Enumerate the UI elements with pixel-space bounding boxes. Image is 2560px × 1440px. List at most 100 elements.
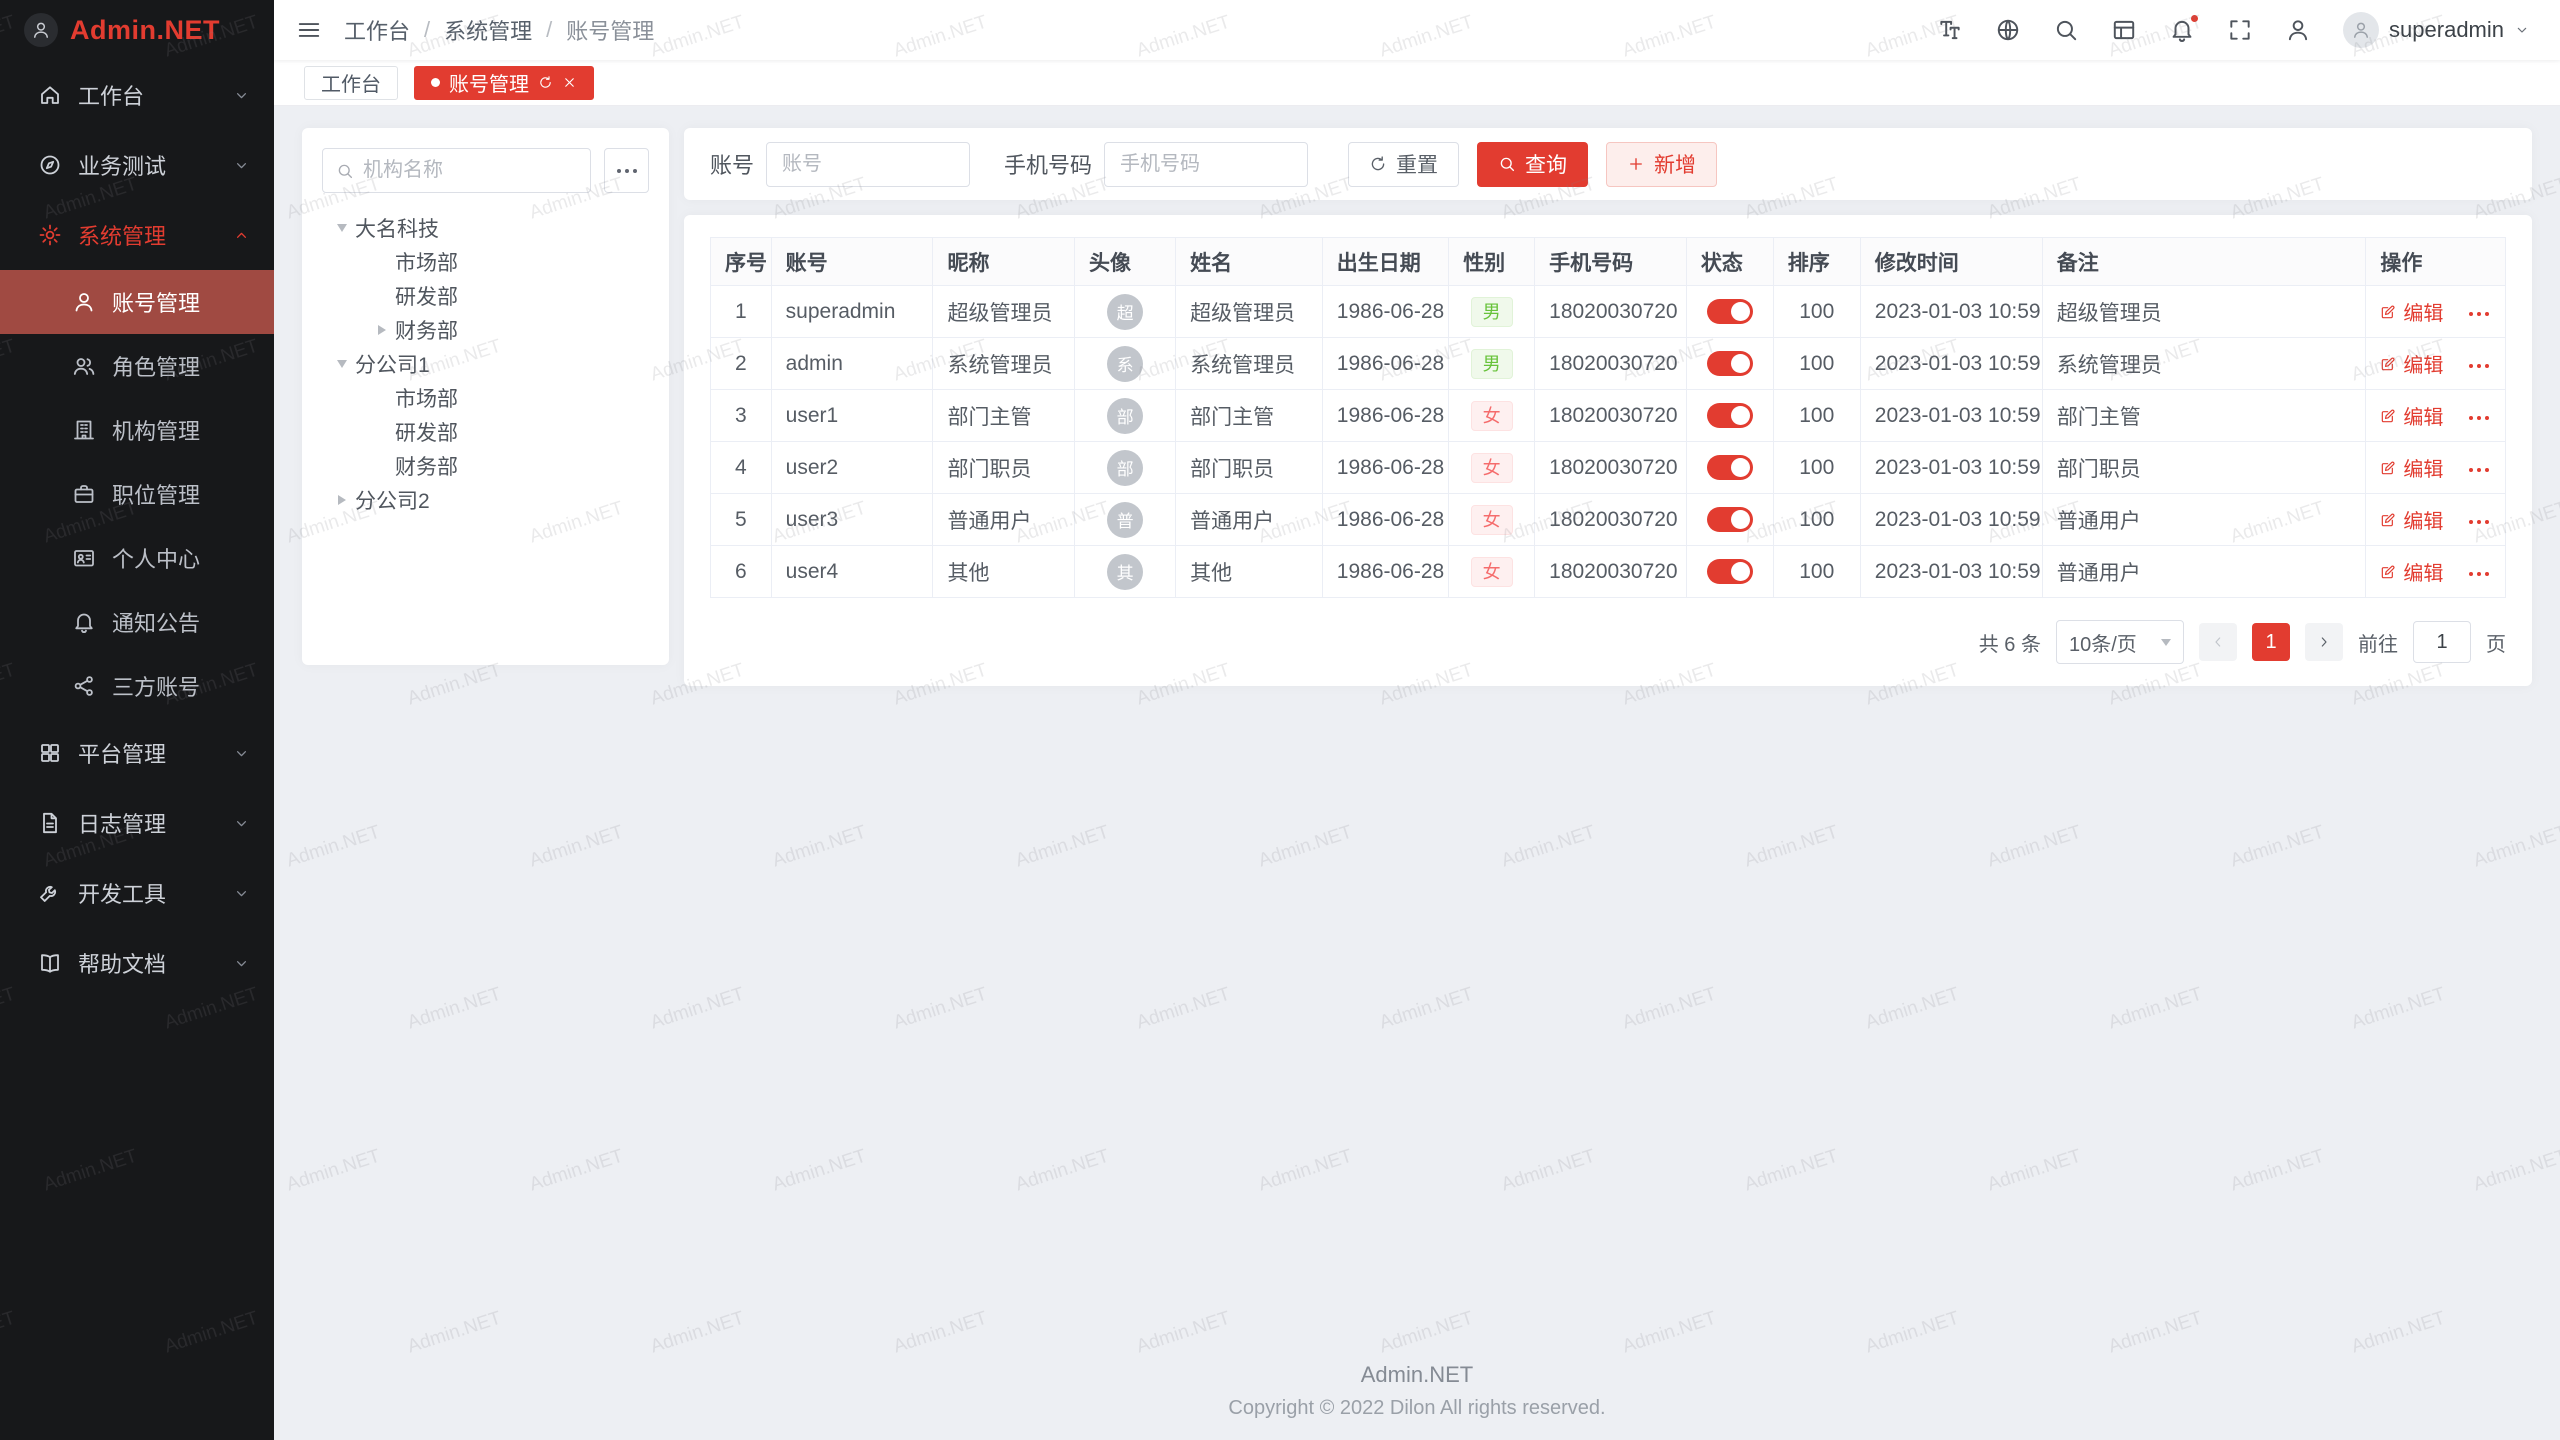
column-header: 状态: [1686, 238, 1773, 286]
cell-birthdate: 1986-06-28: [1322, 338, 1448, 390]
sidebar-item-role-management[interactable]: 角色管理: [0, 334, 274, 398]
tree-node[interactable]: 研发部: [322, 415, 649, 449]
cell-actions: 编辑: [2366, 286, 2506, 338]
tree-node[interactable]: 财务部: [322, 449, 649, 483]
tree-caret-icon[interactable]: [368, 279, 395, 313]
row-more-icon[interactable]: [2469, 520, 2489, 524]
column-header: 出生日期: [1322, 238, 1448, 286]
add-button[interactable]: 新增: [1606, 142, 1717, 187]
cell-gender: 女: [1449, 494, 1535, 546]
user-menu[interactable]: superadmin: [2343, 12, 2530, 48]
query-search-button[interactable]: 查询: [1477, 142, 1588, 187]
edit-button[interactable]: 编辑: [2380, 453, 2443, 482]
tree-caret-icon[interactable]: [328, 483, 355, 517]
sidebar-collapse-button[interactable]: [274, 0, 344, 60]
sidebar-item-notice-announcement[interactable]: 通知公告: [0, 590, 274, 654]
font-size-button[interactable]: [1937, 17, 1963, 43]
tree-node[interactable]: 财务部: [322, 313, 649, 347]
cell-avatar: 系: [1075, 338, 1176, 390]
fullscreen-button[interactable]: [2227, 17, 2253, 43]
cell-remark: 超级管理员: [2042, 286, 2366, 338]
sidebar-item-workbench[interactable]: 工作台: [0, 60, 274, 130]
tree-node[interactable]: 市场部: [322, 245, 649, 279]
sidebar-item-log-management[interactable]: 日志管理: [0, 788, 274, 858]
search-icon: [2053, 17, 2079, 43]
tree-caret-icon[interactable]: [328, 347, 355, 381]
tab-account-management[interactable]: 账号管理: [414, 66, 594, 100]
org-tree-panel: 大名科技 市场部 研发部 财务部 分公司1 市场部 研发部 财务部 分公司2: [302, 128, 669, 665]
org-search-input[interactable]: [363, 159, 577, 182]
tab-workbench[interactable]: 工作台: [304, 66, 398, 100]
edit-button[interactable]: 编辑: [2380, 401, 2443, 430]
edit-button[interactable]: 编辑: [2380, 297, 2443, 326]
tree-caret-icon[interactable]: [368, 449, 395, 483]
tree-caret-icon[interactable]: [328, 211, 355, 245]
phone-input[interactable]: [1104, 142, 1308, 187]
tree-node[interactable]: 大名科技: [322, 211, 649, 245]
tree-node[interactable]: 研发部: [322, 279, 649, 313]
sidebar-item-dev-tools[interactable]: 开发工具: [0, 858, 274, 928]
cell-status: [1686, 390, 1773, 442]
tab-refresh-icon[interactable]: [538, 75, 553, 90]
org-search-field[interactable]: [322, 148, 591, 193]
tree-node[interactable]: 分公司2: [322, 483, 649, 517]
gender-tag: 女: [1471, 453, 1513, 483]
sidebar-item-position-management[interactable]: 职位管理: [0, 462, 274, 526]
user-icon: [72, 290, 96, 314]
status-toggle[interactable]: [1707, 559, 1753, 584]
tree-caret-icon[interactable]: [368, 415, 395, 449]
edit-button[interactable]: 编辑: [2380, 505, 2443, 534]
row-more-icon[interactable]: [2469, 364, 2489, 368]
row-more-icon[interactable]: [2469, 312, 2489, 316]
cell-phone: 18020030720: [1535, 390, 1687, 442]
logo-text: Admin.NET: [70, 15, 220, 46]
sidebar-item-system-management[interactable]: 系统管理: [0, 200, 274, 270]
tree-caret-icon[interactable]: [368, 245, 395, 279]
status-toggle[interactable]: [1707, 403, 1753, 428]
next-page-button[interactable]: [2305, 623, 2343, 661]
sidebar-item-org-management[interactable]: 机构管理: [0, 398, 274, 462]
tab-close-icon[interactable]: [562, 75, 577, 90]
page-number-button[interactable]: 1: [2252, 623, 2290, 661]
page-size-select[interactable]: 10条/页: [2056, 620, 2184, 664]
global-search-button[interactable]: [2053, 17, 2079, 43]
sidebar-item-business-test[interactable]: 业务测试: [0, 130, 274, 200]
cell-gender: 女: [1449, 546, 1535, 598]
edit-button[interactable]: 编辑: [2380, 349, 2443, 378]
sidebar-item-personal-center[interactable]: 个人中心: [0, 526, 274, 590]
sidebar-item-platform-management[interactable]: 平台管理: [0, 718, 274, 788]
prev-page-button[interactable]: [2199, 623, 2237, 661]
breadcrumb-item[interactable]: 系统管理: [444, 14, 532, 46]
cell-status: [1686, 286, 1773, 338]
table-row: 1 superadmin 超级管理员 超 超级管理员 1986-06-28 男 …: [711, 286, 2506, 338]
breadcrumb-item[interactable]: 账号管理: [566, 14, 654, 46]
status-toggle[interactable]: [1707, 351, 1753, 376]
notification-button[interactable]: [2169, 17, 2195, 43]
sidebar-item-third-party-account[interactable]: 三方账号: [0, 654, 274, 718]
breadcrumb-item[interactable]: 工作台: [344, 14, 410, 46]
org-more-button[interactable]: [604, 148, 649, 193]
tree-caret-icon[interactable]: [368, 381, 395, 415]
reset-button[interactable]: 重置: [1348, 142, 1459, 187]
profile-shortcut-button[interactable]: [2285, 17, 2311, 43]
cell-account: user2: [771, 442, 933, 494]
row-more-icon[interactable]: [2469, 572, 2489, 576]
sidebar-item-help-docs[interactable]: 帮助文档: [0, 928, 274, 998]
tree-node[interactable]: 分公司1: [322, 347, 649, 381]
sidebar-item-account-management[interactable]: 账号管理: [0, 270, 274, 334]
status-toggle[interactable]: [1707, 299, 1753, 324]
tree-caret-icon[interactable]: [368, 313, 395, 347]
row-avatar: 其: [1107, 554, 1143, 590]
edit-button[interactable]: 编辑: [2380, 557, 2443, 586]
tree-node[interactable]: 市场部: [322, 381, 649, 415]
cell-avatar: 部: [1075, 390, 1176, 442]
account-input[interactable]: [766, 142, 970, 187]
row-more-icon[interactable]: [2469, 416, 2489, 420]
cell-index: 6: [711, 546, 772, 598]
row-more-icon[interactable]: [2469, 468, 2489, 472]
status-toggle[interactable]: [1707, 455, 1753, 480]
layout-theme-button[interactable]: [2111, 17, 2137, 43]
language-button[interactable]: [1995, 17, 2021, 43]
status-toggle[interactable]: [1707, 507, 1753, 532]
goto-page-input[interactable]: [2413, 621, 2471, 663]
